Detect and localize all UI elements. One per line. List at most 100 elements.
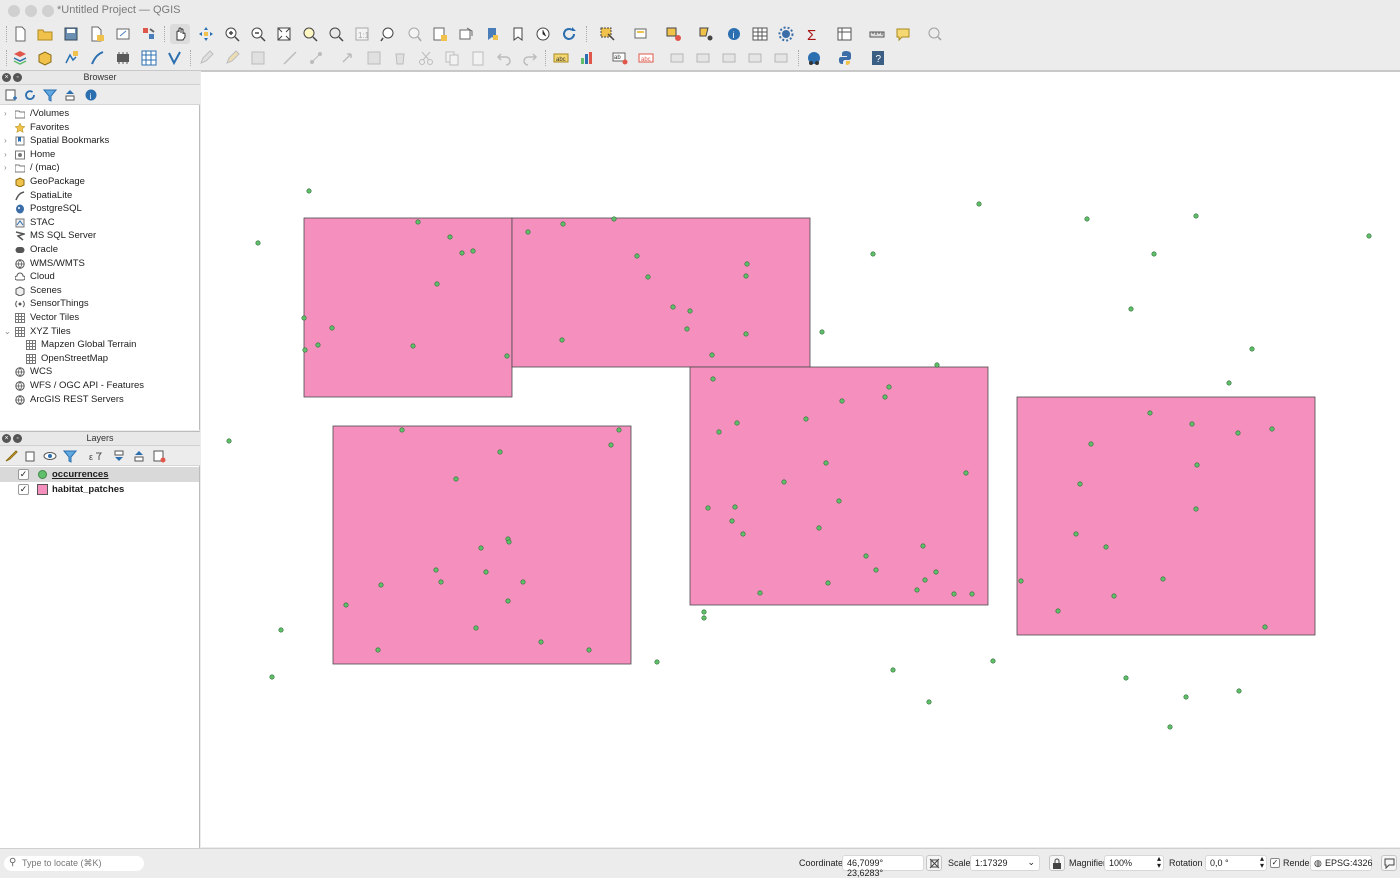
occurrence-point[interactable] xyxy=(269,674,275,680)
occurrence-point[interactable] xyxy=(1018,578,1024,584)
collapse-all-icon[interactable] xyxy=(132,449,146,463)
occurrence-point[interactable] xyxy=(990,658,996,664)
attribute-table-icon[interactable] xyxy=(750,24,770,44)
refresh-icon[interactable] xyxy=(559,24,579,44)
chevron-right-icon[interactable]: › xyxy=(4,107,7,121)
occurrence-point[interactable] xyxy=(470,248,476,254)
layer-styling-icon[interactable] xyxy=(4,449,18,463)
plugin-manager-icon[interactable] xyxy=(804,48,824,68)
occurrence-point[interactable] xyxy=(933,569,939,575)
occurrence-point[interactable] xyxy=(1235,430,1241,436)
new-geopackage-layer-icon[interactable] xyxy=(35,48,55,68)
occurrence-point[interactable] xyxy=(734,420,740,426)
browser-item[interactable]: Cloud xyxy=(0,270,199,284)
browser-item[interactable]: › Home xyxy=(0,148,199,162)
occurrence-point[interactable] xyxy=(781,479,787,485)
add-group-icon[interactable] xyxy=(23,449,37,463)
help-contents-icon[interactable]: ? xyxy=(868,48,888,68)
chevron-right-icon[interactable]: › xyxy=(4,161,7,175)
occurrence-point[interactable] xyxy=(306,188,312,194)
scale-combo[interactable]: 1:17329 ⌄ xyxy=(970,855,1040,871)
digitize-line-icon[interactable] xyxy=(280,48,300,68)
occurrence-point[interactable] xyxy=(976,201,982,207)
occurrence-point[interactable] xyxy=(1084,216,1090,222)
occurrence-point[interactable] xyxy=(1111,593,1117,599)
new-temporary-layer-icon[interactable] xyxy=(113,48,133,68)
layer-visibility-checkbox[interactable]: ✓ xyxy=(18,469,29,480)
measure-line-icon[interactable] xyxy=(864,24,890,44)
layer-visibility-checkbox[interactable]: ✓ xyxy=(18,484,29,495)
save-project-icon[interactable] xyxy=(61,24,81,44)
browser-item[interactable]: OpenStreetMap xyxy=(0,352,199,366)
label-properties-icon[interactable] xyxy=(772,48,792,68)
locator-icon[interactable] xyxy=(922,24,948,44)
change-label-icon[interactable] xyxy=(720,48,740,68)
browser-item[interactable]: WMS/WMTS xyxy=(0,257,199,271)
browser-item[interactable]: SpatiaLite xyxy=(0,189,199,203)
occurrence-point[interactable] xyxy=(1123,675,1129,681)
occurrence-point[interactable] xyxy=(505,598,511,604)
browser-item[interactable]: WFS / OGC API - Features xyxy=(0,379,199,393)
occurrence-point[interactable] xyxy=(886,384,892,390)
occurrence-point[interactable] xyxy=(1226,380,1232,386)
occurrence-point[interactable] xyxy=(608,442,614,448)
show-bookmarks-icon[interactable] xyxy=(508,24,528,44)
zoom-to-layer-icon[interactable] xyxy=(326,24,346,44)
occurrence-point[interactable] xyxy=(586,647,592,653)
zoom-to-selection-icon[interactable] xyxy=(300,24,320,44)
occurrence-point[interactable] xyxy=(1193,506,1199,512)
occurrence-point[interactable] xyxy=(378,582,384,588)
edits-icon[interactable] xyxy=(196,48,216,68)
occurrence-point[interactable] xyxy=(687,308,693,314)
paste-features-icon[interactable] xyxy=(468,48,488,68)
zoom-in-icon[interactable] xyxy=(222,24,242,44)
print-layout-icon[interactable] xyxy=(113,24,133,44)
pan-map-icon[interactable] xyxy=(170,24,190,44)
occurrence-point[interactable] xyxy=(716,429,722,435)
occurrence-point[interactable] xyxy=(701,609,707,615)
occurrence-point[interactable] xyxy=(836,498,842,504)
occurrence-point[interactable] xyxy=(803,416,809,422)
occurrence-point[interactable] xyxy=(226,438,232,444)
occurrence-point[interactable] xyxy=(890,667,896,673)
browser-item[interactable]: Oracle xyxy=(0,243,199,257)
occurrence-point[interactable] xyxy=(329,325,335,331)
occurrence-point[interactable] xyxy=(819,329,825,335)
zoom-last-icon[interactable] xyxy=(378,24,398,44)
occurrence-point[interactable] xyxy=(1236,688,1242,694)
browser-item[interactable]: ⌄ XYZ Tiles xyxy=(0,325,199,339)
map-canvas[interactable] xyxy=(201,71,1400,847)
deselect-all-icon[interactable] xyxy=(660,24,688,44)
layer-row-habitat-patches[interactable]: ✓ habitat_patches xyxy=(0,482,199,497)
occurrence-point[interactable] xyxy=(1193,213,1199,219)
occurrence-point[interactable] xyxy=(645,274,651,280)
occurrence-point[interactable] xyxy=(710,376,716,382)
save-as-icon[interactable] xyxy=(87,24,107,44)
occurrence-point[interactable] xyxy=(654,659,660,665)
occurrence-point[interactable] xyxy=(922,577,928,583)
layer-row-occurrences[interactable]: ✓ occurrences xyxy=(0,467,199,482)
habitat-patch-polygon[interactable] xyxy=(303,217,513,398)
occurrence-point[interactable] xyxy=(611,216,617,222)
occurrence-point[interactable] xyxy=(926,699,932,705)
lock-scale-icon[interactable] xyxy=(1049,855,1065,871)
occurrence-point[interactable] xyxy=(743,273,749,279)
browser-item[interactable]: Vector Tiles xyxy=(0,311,199,325)
refresh-icon[interactable] xyxy=(23,88,37,102)
browser-item[interactable]: Mapzen Global Terrain xyxy=(0,338,199,352)
occurrence-point[interactable] xyxy=(920,543,926,549)
occurrence-point[interactable] xyxy=(709,352,715,358)
map-svg[interactable] xyxy=(201,72,1400,848)
occurrence-point[interactable] xyxy=(1269,426,1275,432)
occurrence-point[interactable] xyxy=(375,647,381,653)
render-checkbox[interactable]: ✓ xyxy=(1270,858,1280,868)
browser-item[interactable]: › / (mac) xyxy=(0,161,199,175)
habitat-patch-polygon[interactable] xyxy=(332,425,632,665)
occurrence-point[interactable] xyxy=(410,343,416,349)
new-project-icon[interactable] xyxy=(10,24,30,44)
occurrence-point[interactable] xyxy=(634,253,640,259)
occurrence-point[interactable] xyxy=(1189,421,1195,427)
occurrence-point[interactable] xyxy=(315,342,321,348)
occurrence-point[interactable] xyxy=(705,505,711,511)
zoom-native-icon[interactable]: 1:1 xyxy=(352,24,372,44)
